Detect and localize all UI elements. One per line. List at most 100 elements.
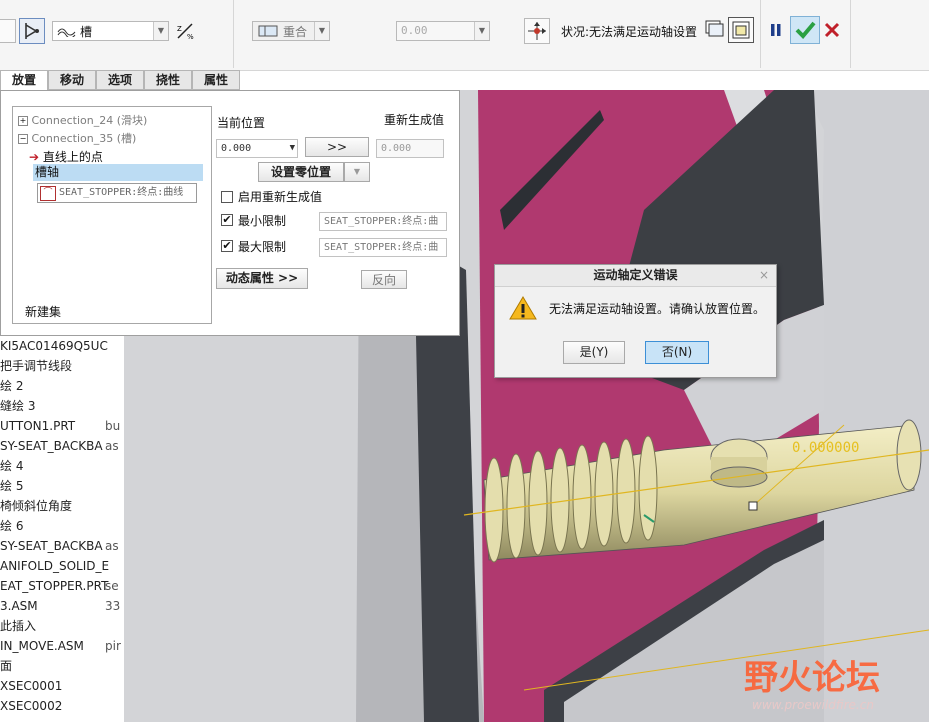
- dynamic-properties-button[interactable]: 动态属性 >>: [216, 268, 308, 289]
- enable-regen-label: 启用重新生成值: [238, 190, 323, 204]
- connection-tree[interactable]: + Connection_24 (滑块) − Connection_35 (槽)…: [12, 106, 212, 324]
- cancel-button[interactable]: [822, 19, 842, 41]
- model-tree-item[interactable]: 绘 6: [0, 516, 23, 536]
- min-limit-label: 最小限制: [238, 214, 287, 228]
- constraint-type-select[interactable]: 重合 ▼: [252, 21, 330, 41]
- chevron-down-icon[interactable]: ▼: [153, 22, 168, 40]
- max-limit-label: 最大限制: [238, 240, 287, 254]
- model-tree-item[interactable]: UTTON1.PRT bu: [0, 416, 120, 436]
- confirm-button[interactable]: [790, 16, 820, 44]
- model-tree-item[interactable]: ANIFOLD_SOLID_E: [0, 556, 109, 576]
- current-position-label: 当前位置: [217, 116, 266, 130]
- model-tree-item-name: SY-SEAT_BACKBA: [0, 539, 103, 553]
- slot-connection-icon: [57, 28, 76, 37]
- dialog-title: 运动轴定义错误: [495, 265, 776, 287]
- expand-icon[interactable]: +: [18, 116, 28, 126]
- max-limit-checkbox[interactable]: ✔: [221, 240, 233, 252]
- dashboard-toolbar: 槽 ▼ Z% 重合 ▼ 0.00 ▼ 状况:无法满足运动轴设置: [0, 0, 929, 71]
- tree-item-connection-35[interactable]: − Connection_35 (槽): [18, 130, 136, 146]
- yes-button[interactable]: 是(Y): [563, 341, 625, 364]
- toolbar-separator: [233, 0, 234, 68]
- toolbar-button-left[interactable]: [0, 19, 16, 43]
- model-tree-item[interactable]: IN_MOVE.ASM pir: [0, 636, 121, 656]
- svg-text:Z: Z: [177, 25, 182, 33]
- model-tree-item[interactable]: XSEC0001: [0, 676, 62, 696]
- model-tree-item-name: 缝绘 3: [0, 399, 36, 413]
- model-tree-item-type: se: [105, 579, 119, 593]
- enable-regen-checkbox[interactable]: [221, 191, 233, 203]
- min-limit-checkbox[interactable]: ✔: [221, 214, 233, 226]
- chevron-down-icon[interactable]: ▼: [344, 162, 370, 182]
- tree-item-connection-24[interactable]: + Connection_24 (滑块): [18, 112, 147, 128]
- connection-type-icon[interactable]: [19, 18, 45, 44]
- model-tree-item[interactable]: 绘 2: [0, 376, 23, 396]
- tab-placement[interactable]: 放置: [0, 70, 48, 91]
- flip-direction-icon[interactable]: Z%: [176, 22, 194, 40]
- model-tree-item-name: IN_MOVE.ASM: [0, 639, 84, 653]
- close-icon[interactable]: ×: [759, 268, 769, 282]
- warning-icon: [509, 296, 537, 320]
- model-tree-item-name: 把手调节线段: [0, 359, 73, 373]
- tree-item-slot-axis[interactable]: 槽轴: [33, 164, 203, 181]
- model-tree-item[interactable]: EAT_STOPPER.PRT se: [0, 576, 119, 596]
- tab-move[interactable]: 移动: [48, 70, 96, 90]
- chevron-down-icon[interactable]: ▼: [474, 22, 489, 40]
- offset-input[interactable]: 0.00 ▼: [396, 21, 490, 41]
- model-tree-item[interactable]: KI5AC01469Q5UC: [0, 336, 108, 356]
- tab-options[interactable]: 选项: [96, 70, 144, 90]
- model-tree-item-name: 3.ASM: [0, 599, 38, 613]
- watermark-url: www.proewildfire.cn: [752, 698, 874, 712]
- set-zero-position-button[interactable]: 设置零位置: [258, 162, 344, 182]
- model-tree-item-type: 33: [105, 599, 121, 613]
- model-tree-item[interactable]: 把手调节线段: [0, 356, 72, 376]
- tab-properties[interactable]: 属性: [192, 70, 240, 90]
- display-icon[interactable]: [704, 19, 724, 39]
- tab-flexibility[interactable]: 挠性: [144, 70, 192, 90]
- tree-item-point-on-line[interactable]: ➔ 直线上的点: [29, 148, 103, 165]
- copy-position-button[interactable]: >>: [305, 137, 369, 157]
- axis-flip-button[interactable]: [524, 18, 550, 44]
- model-tree-item-name: 绘 4: [0, 459, 24, 473]
- new-set-link[interactable]: 新建集: [25, 303, 61, 320]
- model-tree-item-name: UTTON1.PRT: [0, 419, 76, 433]
- min-limit-reference[interactable]: SEAT_STOPPER:终点:曲: [319, 212, 447, 231]
- current-position-input[interactable]: 0.000 ▼: [216, 139, 298, 158]
- model-tree-item-name: EAT_STOPPER.PRT: [0, 579, 109, 593]
- model-tree-item[interactable]: 绘 4: [0, 456, 23, 476]
- model-tree-item-type: as: [105, 439, 119, 453]
- coincident-icon: [258, 25, 278, 37]
- flip-button[interactable]: 反向: [361, 270, 407, 289]
- no-button[interactable]: 否(N): [645, 341, 709, 364]
- regenerate-value-input[interactable]: 0.000: [376, 139, 444, 158]
- constraint-type-value: 重合: [283, 25, 308, 39]
- model-tree-item-name: KI5AC01469Q5UC: [0, 339, 108, 353]
- dimension-label[interactable]: 0.000000: [792, 440, 859, 456]
- chevron-down-icon[interactable]: ▼: [314, 22, 329, 40]
- connection-type-value: 槽: [80, 25, 93, 39]
- toolbar-separator: [850, 0, 851, 68]
- model-tree-item[interactable]: SY-SEAT_BACKBA as: [0, 436, 119, 456]
- model-tree-item-name: XSEC0002: [0, 699, 63, 713]
- regenerate-value-label: 重新生成值: [384, 113, 445, 127]
- dialog-message: 无法满足运动轴设置。请确认放置位置。: [549, 302, 766, 316]
- model-tree-item-name: 绘 2: [0, 379, 24, 393]
- model-tree-item[interactable]: 面: [0, 656, 12, 676]
- model-tree-item-name: 面: [0, 659, 13, 673]
- model-tree-item[interactable]: 椅倾斜位角度: [0, 496, 72, 516]
- model-tree-item[interactable]: 3.ASM 33: [0, 596, 120, 616]
- toolbar-separator: [760, 0, 761, 68]
- model-tree-item[interactable]: SY-SEAT_BACKBA as: [0, 536, 119, 556]
- collapse-icon[interactable]: −: [18, 134, 28, 144]
- separate-window-button[interactable]: [728, 17, 754, 43]
- chevron-down-icon[interactable]: ▼: [290, 140, 295, 157]
- connection-type-select[interactable]: 槽 ▼: [52, 21, 169, 41]
- model-tree-item[interactable]: 此插入: [0, 616, 36, 636]
- max-limit-reference[interactable]: SEAT_STOPPER:终点:曲: [319, 238, 447, 257]
- pause-button[interactable]: [769, 21, 783, 39]
- slot-axis-reference[interactable]: ⌒ SEAT_STOPPER:终点:曲线: [37, 183, 197, 203]
- checkmark-icon: ✔: [222, 239, 232, 252]
- model-tree-item[interactable]: XSEC0002: [0, 696, 62, 716]
- model-tree-item[interactable]: 绘 5: [0, 476, 23, 496]
- model-tree-item[interactable]: 缝绘 3: [0, 396, 35, 416]
- arrow-right-icon: ➔: [29, 150, 40, 164]
